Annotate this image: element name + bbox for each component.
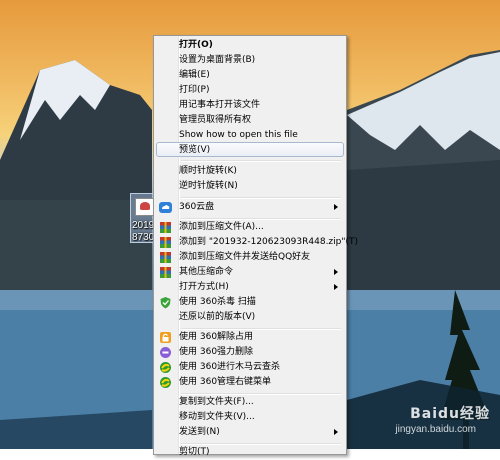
menu-item-label: 打印(P) bbox=[179, 85, 210, 95]
desktop-file-label-line1: 2019 bbox=[132, 220, 155, 231]
menu-item-label: 打开(O) bbox=[179, 40, 213, 50]
submenu-arrow-icon bbox=[334, 269, 338, 275]
menu-item-label: 使用 360解除占用 bbox=[179, 332, 254, 342]
menu-item-open-with[interactable]: 打开方式(H) bbox=[156, 280, 344, 295]
menu-item-label: Show how to open this file bbox=[179, 130, 298, 140]
menu-item-label: 管理员取得所有权 bbox=[179, 115, 252, 125]
360-safe-icon bbox=[160, 362, 171, 373]
menu-item-rotate-clockwise[interactable]: 顺时针旋转(K) bbox=[156, 164, 344, 179]
360-safe-icon bbox=[160, 377, 171, 388]
winrar-archive-icon bbox=[160, 267, 171, 278]
menu-item-label: 复制到文件夹(F)... bbox=[179, 397, 254, 407]
menu-item-cut[interactable]: 剪切(T) bbox=[156, 445, 344, 460]
force-delete-icon bbox=[160, 347, 171, 358]
menu-item-label: 其他压缩命令 bbox=[179, 267, 234, 277]
menu-item-label: 添加到 "201932-120623093R448.zip"(T) bbox=[179, 237, 359, 247]
menu-item-show-how-to-open[interactable]: Show how to open this file bbox=[156, 128, 344, 143]
menu-separator bbox=[181, 160, 341, 162]
menu-item-add-to-zip[interactable]: 添加到 "201932-120623093R448.zip"(T) bbox=[156, 235, 358, 250]
menu-item-edit[interactable]: 编辑(E) bbox=[156, 68, 344, 83]
menu-item-label: 使用 360进行木马云查杀 bbox=[179, 362, 281, 372]
menu-item-label: 移动到文件夹(V)... bbox=[179, 412, 255, 422]
context-menu: 打开(O) 设置为桌面背景(B) 编辑(E) 打印(P) 用记事本打开该文件 管… bbox=[153, 35, 358, 457]
menu-item-label: 顺时针旋转(K) bbox=[179, 166, 237, 176]
winrar-archive-icon bbox=[160, 222, 171, 233]
menu-item-label: 360云盘 bbox=[179, 202, 215, 212]
menu-item-open[interactable]: 打开(O) bbox=[156, 38, 344, 53]
menu-item-360-cloud[interactable]: 360云盘 bbox=[156, 200, 344, 215]
menu-item-label: 逆时针旋转(N) bbox=[179, 181, 238, 191]
menu-item-restore-previous-versions[interactable]: 还原以前的版本(V) bbox=[156, 310, 344, 325]
menu-item-label: 添加到压缩文件并发送给QQ好友 bbox=[179, 252, 311, 262]
menu-item-360-antivirus-scan[interactable]: 使用 360杀毒 扫描 bbox=[156, 295, 344, 310]
menu-item-label: 剪切(T) bbox=[179, 447, 210, 457]
menu-item-rotate-counterclockwise[interactable]: 逆时针旋转(N) bbox=[156, 179, 344, 194]
menu-item-move-to-folder[interactable]: 移动到文件夹(V)... bbox=[156, 410, 344, 425]
menu-item-360-force-delete[interactable]: 使用 360强力删除 bbox=[156, 345, 344, 360]
menu-item-label: 打开方式(H) bbox=[179, 282, 229, 292]
menu-item-label: 编辑(E) bbox=[179, 70, 210, 80]
menu-item-other-compress-commands[interactable]: 其他压缩命令 bbox=[156, 265, 344, 280]
winrar-archive-icon bbox=[160, 252, 171, 263]
menu-item-label: 使用 360强力删除 bbox=[179, 347, 254, 357]
watermark-url: jingyan.baidu.com bbox=[395, 424, 476, 435]
menu-item-360-trojan-scan[interactable]: 使用 360进行木马云查杀 bbox=[156, 360, 344, 375]
submenu-arrow-icon bbox=[334, 284, 338, 290]
watermark-logo: Baidu经验 bbox=[410, 406, 490, 422]
menu-item-label: 预览(V) bbox=[179, 145, 211, 155]
cloud-360-icon bbox=[159, 202, 172, 213]
menu-item-preview[interactable]: 预览(V) bbox=[156, 142, 344, 157]
menu-item-360-unlock[interactable]: 使用 360解除占用 bbox=[156, 330, 344, 345]
menu-item-label: 还原以前的版本(V) bbox=[179, 312, 256, 322]
menu-item-label: 添加到压缩文件(A)... bbox=[179, 222, 264, 232]
desktop-file-label-line2: 8730 bbox=[132, 232, 155, 243]
menu-item-set-desktop-background[interactable]: 设置为桌面背景(B) bbox=[156, 53, 344, 68]
menu-item-label: 使用 360杀毒 扫描 bbox=[179, 297, 256, 307]
menu-item-take-ownership[interactable]: 管理员取得所有权 bbox=[156, 113, 344, 128]
menu-item-copy-to-folder[interactable]: 复制到文件夹(F)... bbox=[156, 395, 344, 410]
unlock-360-icon bbox=[160, 332, 171, 343]
submenu-arrow-icon bbox=[334, 429, 338, 435]
winrar-archive-icon bbox=[160, 237, 171, 248]
submenu-arrow-icon bbox=[334, 204, 338, 210]
menu-item-open-with-notepad[interactable]: 用记事本打开该文件 bbox=[156, 98, 344, 113]
menu-item-label: 用记事本打开该文件 bbox=[179, 100, 261, 110]
menu-item-label: 使用 360管理右键菜单 bbox=[179, 377, 272, 387]
menu-separator bbox=[181, 197, 341, 199]
menu-item-label: 设置为桌面背景(B) bbox=[179, 55, 256, 65]
menu-item-add-and-send-qq[interactable]: 添加到压缩文件并发送给QQ好友 bbox=[156, 250, 344, 265]
menu-item-print[interactable]: 打印(P) bbox=[156, 83, 344, 98]
menu-item-360-manage-context-menu[interactable]: 使用 360管理右键菜单 bbox=[156, 375, 344, 390]
shield-icon bbox=[160, 297, 171, 309]
menu-item-send-to[interactable]: 发送到(N) bbox=[156, 425, 344, 440]
menu-item-add-to-archive[interactable]: 添加到压缩文件(A)... bbox=[156, 220, 344, 235]
menu-item-label: 发送到(N) bbox=[179, 427, 220, 437]
